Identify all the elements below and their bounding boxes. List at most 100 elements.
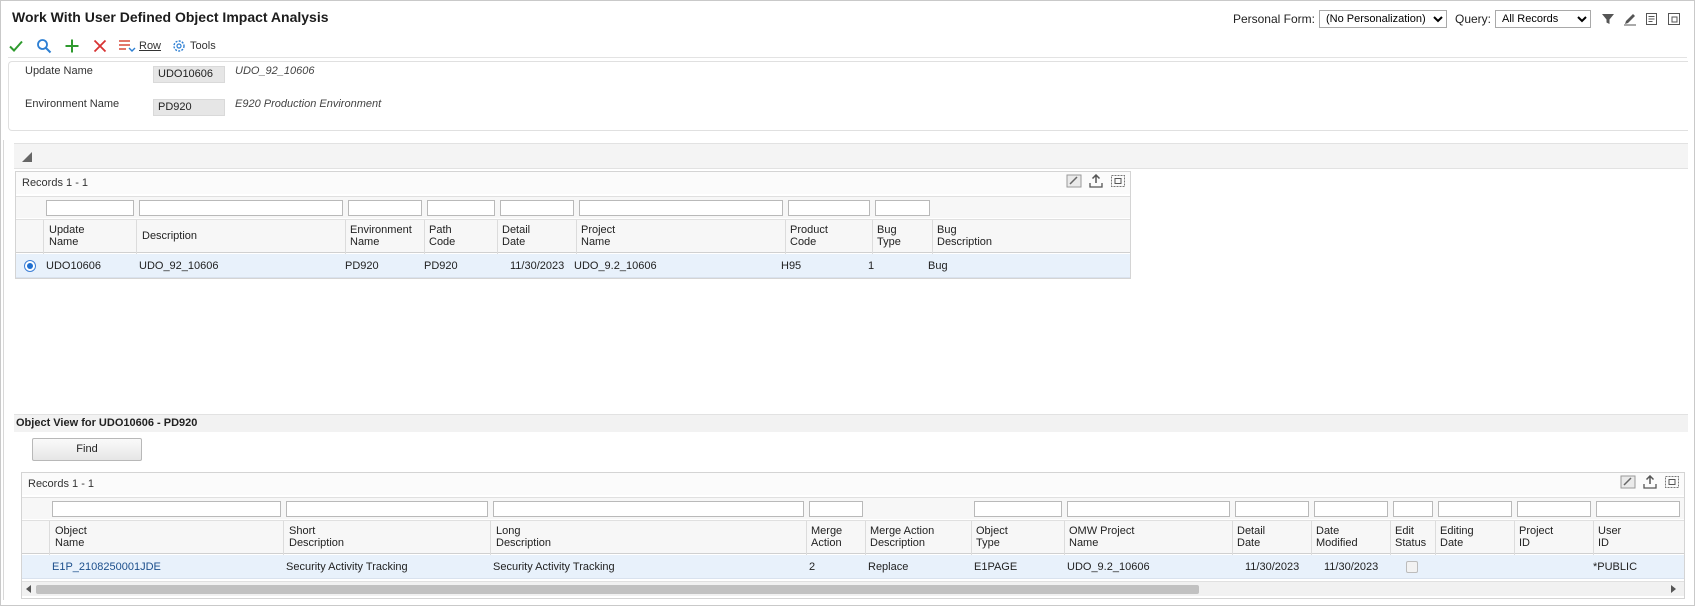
filter-icon[interactable]: [1599, 10, 1617, 28]
col-update-name[interactable]: Update Name: [49, 224, 84, 248]
col-path-code[interactable]: Path Code: [429, 224, 455, 248]
col-label-line: Date: [1316, 525, 1340, 537]
qbe-detail-date[interactable]: [1235, 501, 1309, 517]
col-project-name[interactable]: Project Name: [581, 224, 615, 248]
col-product-code[interactable]: Product Code: [790, 224, 828, 248]
col-merge-action[interactable]: Merge Action: [811, 525, 842, 549]
object-view-title: Object View for UDO10606 - PD920: [14, 414, 1688, 432]
grid-toolbar: [1066, 173, 1126, 196]
maximize-grid-icon[interactable]: [1664, 475, 1680, 497]
title-controls: Personal Form: (No Personalization) Quer…: [1233, 10, 1683, 28]
maximize-grid-icon[interactable]: [1110, 174, 1126, 196]
col-label-line: Environment: [350, 224, 412, 236]
scroll-left-icon[interactable]: [26, 585, 31, 593]
col-environment-name[interactable]: Environment Name: [350, 224, 412, 248]
col-bug-type[interactable]: Bug Type: [877, 224, 901, 248]
help-icon[interactable]: [1665, 10, 1683, 28]
col-bug-description[interactable]: Bug Description: [937, 224, 992, 248]
toolbar: Row Tools: [6, 35, 216, 57]
cell-description: UDO_92_10606: [139, 260, 219, 272]
table-row[interactable]: E1P_2108250001JDE Security Activity Trac…: [22, 555, 1684, 579]
grid-header: Records 1 - 1: [22, 473, 1684, 495]
qbe-long-description[interactable]: [493, 501, 804, 517]
qbe-editing-date[interactable]: [1438, 501, 1512, 517]
cell-project-name: UDO_9.2_10606: [574, 260, 657, 272]
col-label-line: Detail: [502, 224, 531, 236]
col-label-line: Modified: [1316, 537, 1358, 549]
col-label-line: User: [1598, 525, 1622, 537]
qbe-update-name[interactable]: [46, 200, 134, 216]
col-label-line: Path: [429, 224, 452, 236]
customize-grid-icon[interactable]: [1066, 174, 1082, 196]
delete-icon[interactable]: [90, 36, 110, 56]
cell-merge-action-description: Replace: [868, 561, 909, 573]
col-label-line: Bug: [937, 224, 957, 236]
col-detail-date[interactable]: Detail Date: [502, 224, 530, 248]
col-user-id[interactable]: User ID: [1598, 525, 1621, 549]
col-description[interactable]: Description: [142, 230, 197, 242]
search-icon[interactable]: [34, 36, 54, 56]
col-label-line: Short: [289, 525, 316, 537]
col-long-description[interactable]: Long Description: [496, 525, 551, 549]
collapse-toggle-icon[interactable]: [22, 152, 32, 162]
cell-detail-date: 11/30/2023: [510, 260, 565, 272]
qbe-project-name[interactable]: [579, 200, 783, 216]
scroll-right-icon[interactable]: [1671, 585, 1676, 593]
col-object-type[interactable]: Object Type: [976, 525, 1008, 549]
col-short-description[interactable]: Short Description: [289, 525, 344, 549]
col-edit-status[interactable]: Edit Status: [1395, 525, 1426, 549]
col-label-line: Merge: [811, 525, 843, 537]
qbe-date-modified[interactable]: [1314, 501, 1388, 517]
qbe-description[interactable]: [139, 200, 343, 216]
column-header-row: Update Name Description Environment Name P…: [16, 219, 1130, 254]
row-menu-button[interactable]: Row: [118, 38, 161, 54]
col-merge-action-description[interactable]: Merge Action Description: [870, 525, 934, 549]
col-object-name[interactable]: Object Name: [55, 525, 87, 549]
update-grid: Records 1 - 1 Update Name Description Env…: [15, 171, 1131, 279]
query-label: Query:: [1454, 12, 1491, 26]
row-select-radio[interactable]: [24, 260, 36, 272]
export-icon[interactable]: [1642, 474, 1658, 497]
qbe-omw-project-name[interactable]: [1067, 501, 1230, 517]
qbe-detail-date[interactable]: [500, 200, 574, 216]
horizontal-scrollbar[interactable]: [22, 581, 1684, 596]
col-label-line: ID: [1519, 537, 1530, 549]
col-detail-date[interactable]: Detail Date: [1237, 525, 1265, 549]
cell-object-name-link[interactable]: E1P_2108250001JDE: [52, 561, 161, 573]
col-date-modified[interactable]: Date Modified: [1316, 525, 1358, 549]
qbe-path-code[interactable]: [427, 200, 495, 216]
col-omw-project-name[interactable]: OMW Project Name: [1069, 525, 1134, 549]
qbe-product-code[interactable]: [788, 200, 870, 216]
find-button[interactable]: Find: [32, 438, 142, 461]
select-check-icon[interactable]: [6, 36, 26, 56]
notes-icon[interactable]: [1643, 10, 1661, 28]
qbe-environment-name[interactable]: [348, 200, 422, 216]
col-editing-date[interactable]: Editing Date: [1440, 525, 1474, 549]
update-name-label: Update Name: [25, 65, 93, 77]
qbe-user-id[interactable]: [1596, 501, 1680, 517]
qbe-edit-status[interactable]: [1393, 501, 1433, 517]
edit-status-checkbox[interactable]: [1406, 561, 1418, 573]
scrollbar-thumb[interactable]: [36, 585, 1199, 594]
qbe-object-name[interactable]: [52, 501, 281, 517]
edit-query-icon[interactable]: [1621, 10, 1639, 28]
add-icon[interactable]: [62, 36, 82, 56]
table-row[interactable]: UDO10606 UDO_92_10606 PD920 PD920 11/30/…: [16, 254, 1130, 278]
export-icon[interactable]: [1088, 173, 1104, 196]
personal-form-select[interactable]: (No Personalization): [1318, 10, 1447, 28]
header-panel: Update Name UDO10606 UDO_92_10606 Enviro…: [8, 61, 1688, 131]
left-edge-splitter[interactable]: [0, 140, 4, 600]
tools-menu-button[interactable]: Tools: [171, 38, 216, 54]
qbe-short-description[interactable]: [286, 501, 488, 517]
qbe-merge-action[interactable]: [809, 501, 863, 517]
query-by-example-row: [16, 196, 1130, 218]
row-menu-label: Row: [139, 40, 162, 52]
qbe-project-id[interactable]: [1517, 501, 1591, 517]
query-select[interactable]: All Records: [1495, 10, 1591, 28]
col-project-id[interactable]: Project ID: [1519, 525, 1553, 549]
qbe-object-type[interactable]: [974, 501, 1062, 517]
title-bar: Work With User Defined Object Impact Ana…: [0, 0, 1695, 36]
customize-grid-icon[interactable]: [1620, 475, 1636, 497]
col-label-line: Merge Action: [870, 525, 935, 537]
qbe-bug-type[interactable]: [875, 200, 930, 216]
